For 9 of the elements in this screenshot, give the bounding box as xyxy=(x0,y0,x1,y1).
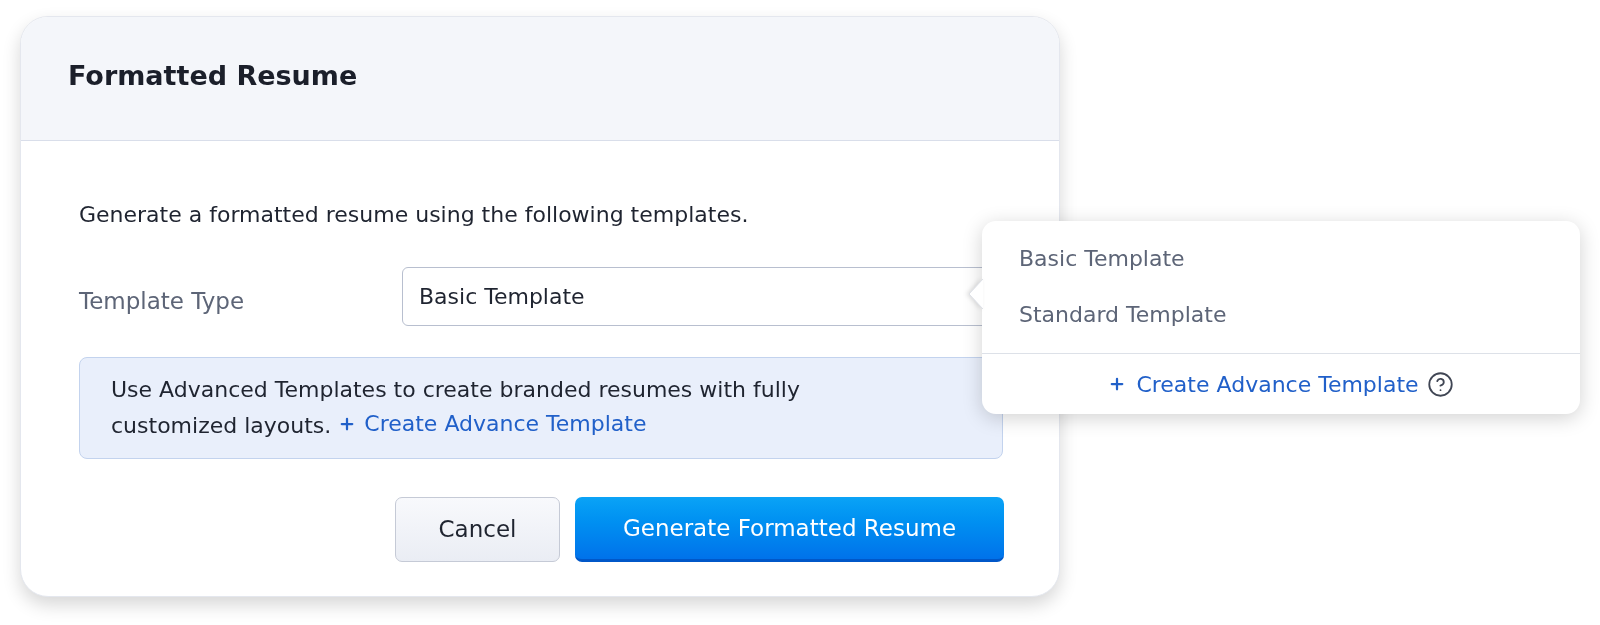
description-text: Generate a formatted resume using the following templates. xyxy=(79,201,749,229)
dialog-title: Formatted Resume xyxy=(68,59,358,94)
cancel-button[interactable]: Cancel xyxy=(395,497,560,562)
create-template-link[interactable]: Create Advance Template xyxy=(1108,367,1419,401)
generate-button[interactable]: Generate Formatted Resume xyxy=(575,497,1004,562)
field-label: Template Type xyxy=(79,287,246,317)
help-icon[interactable] xyxy=(1426,370,1454,398)
info-text: Use Advanced Templates to create branded resumes with fully customized layouts. Create Advance Template xyxy=(111,373,881,443)
create-template-link[interactable]: Create Advance Template xyxy=(338,407,647,441)
